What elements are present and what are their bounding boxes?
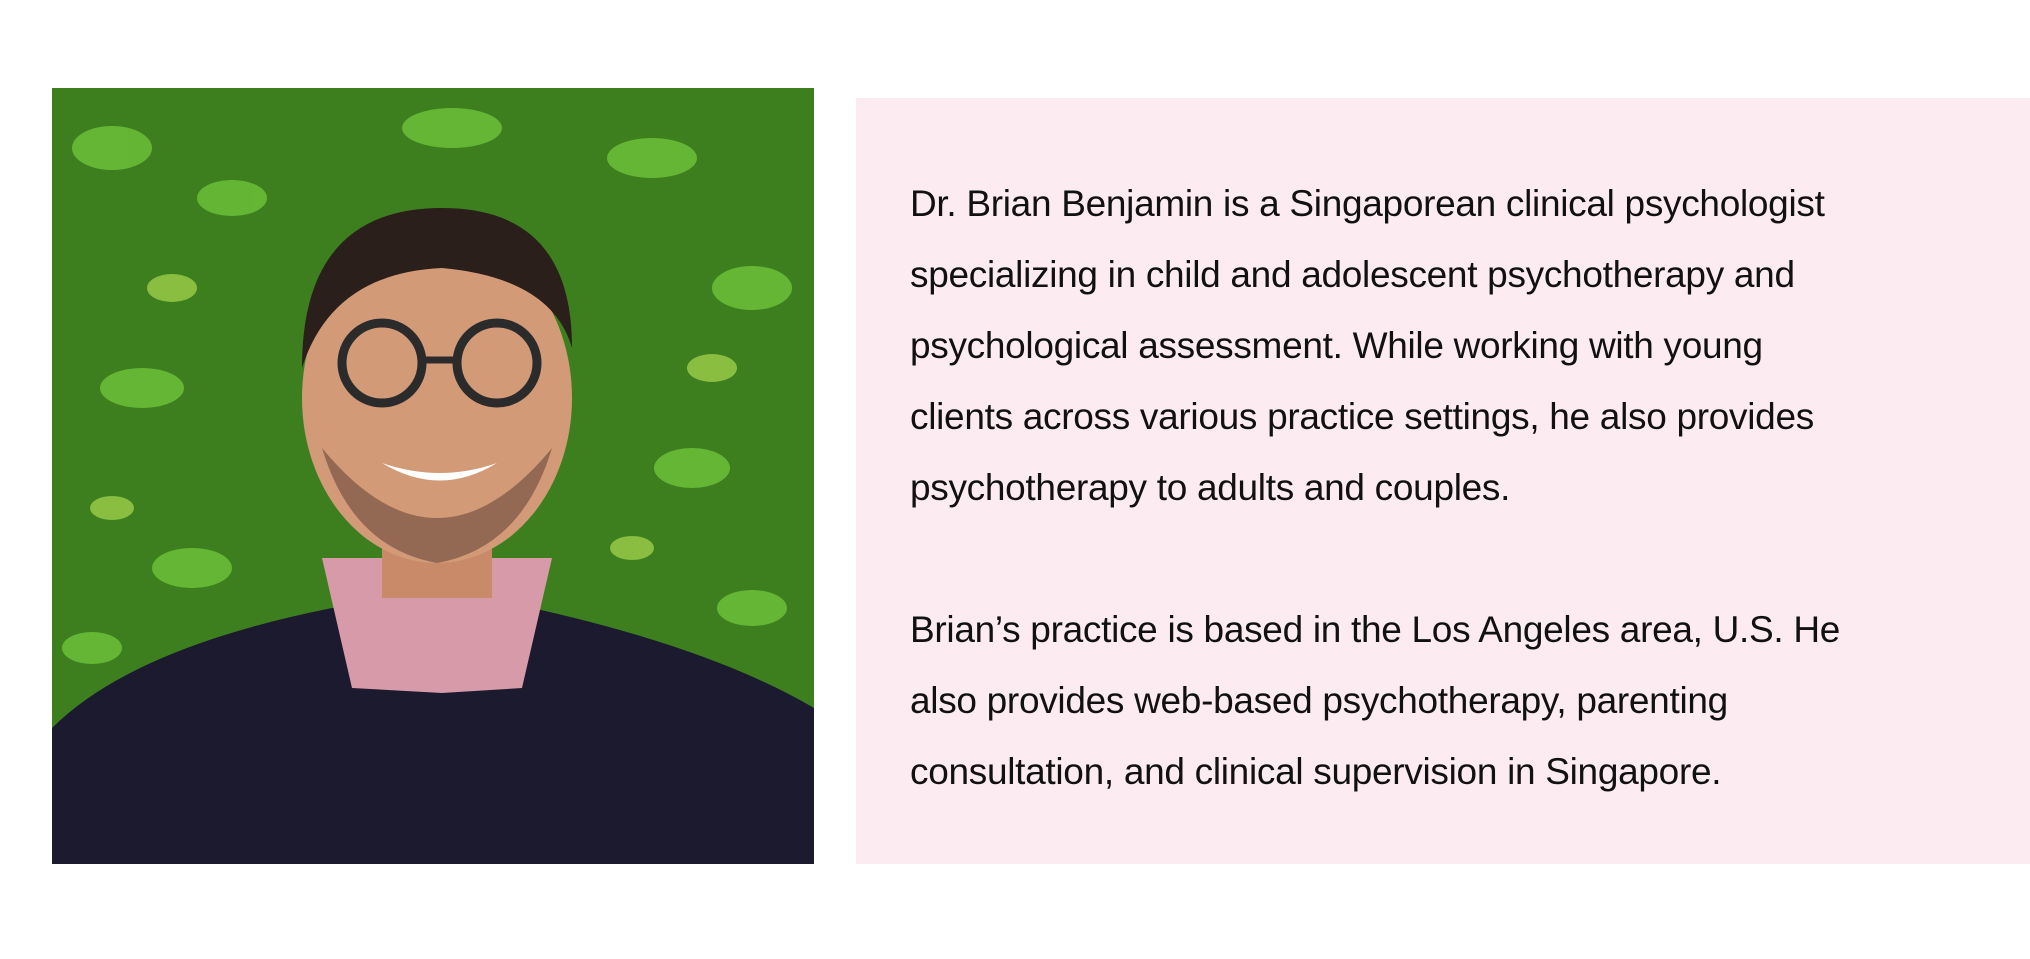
bio-paragraph-1: Dr. Brian Benjamin is a Singaporean clin…: [910, 168, 1840, 523]
bio-line: specializing in child and adolescent psy…: [910, 254, 1795, 295]
bio-line: also provides web-based psychotherapy, p…: [910, 680, 1728, 721]
bio-line: psychological assessment. While working …: [910, 325, 1763, 366]
bio-line: psychotherapy to adults and couples.: [910, 467, 1511, 508]
bio-panel: Dr. Brian Benjamin is a Singaporean clin…: [856, 98, 2030, 864]
bio-line: Dr. Brian Benjamin is a Singaporean clin…: [910, 183, 1825, 224]
bio-paragraph-2: Brian’s practice is based in the Los Ang…: [910, 594, 1840, 807]
bio-line: clients across various practice settings…: [910, 396, 1814, 437]
bio-line: consultation, and clinical supervision i…: [910, 751, 1722, 792]
profile-photo: [52, 88, 814, 864]
bio-line: Brian’s practice is based in the Los Ang…: [910, 609, 1841, 650]
bio-text: Dr. Brian Benjamin is a Singaporean clin…: [910, 168, 1840, 878]
